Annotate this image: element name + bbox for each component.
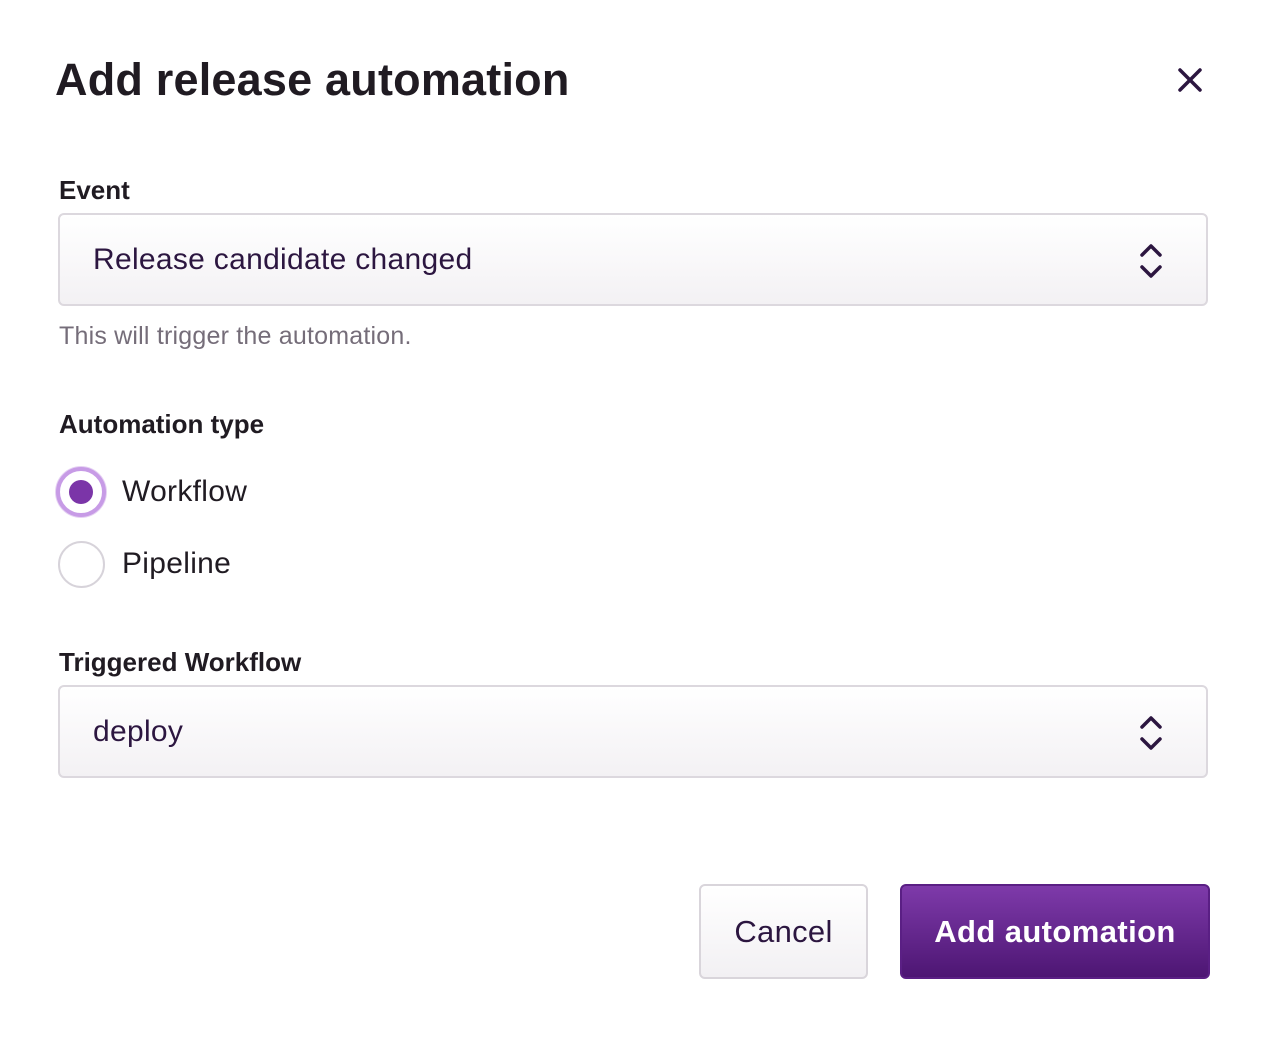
radio-dot	[69, 480, 93, 504]
radio-label-workflow: Workflow	[122, 475, 248, 508]
event-label: Event	[59, 175, 130, 205]
cancel-button[interactable]: Cancel	[699, 884, 868, 979]
chevron-up-down-icon	[1140, 244, 1162, 278]
chevron-up-down-icon	[1140, 716, 1162, 750]
triggered-workflow-label: Triggered Workflow	[59, 647, 302, 677]
close-button[interactable]	[1168, 58, 1212, 102]
add-release-automation-dialog: Add release automation Event Release can…	[0, 0, 1268, 1040]
event-select[interactable]: Release candidate changed	[58, 213, 1208, 306]
event-helper-text: This will trigger the automation.	[59, 322, 412, 350]
radio-label-pipeline: Pipeline	[122, 547, 232, 580]
automation-type-label: Automation type	[59, 409, 265, 439]
triggered-workflow-select[interactable]: deploy	[58, 685, 1208, 778]
radio-option-pipeline[interactable]: Pipeline	[56, 538, 231, 590]
radio-button-unchecked[interactable]	[58, 540, 105, 588]
event-select-value: Release candidate changed	[93, 243, 473, 276]
close-icon	[1178, 68, 1202, 92]
radio-button-checked[interactable]	[56, 467, 106, 517]
radio-option-workflow[interactable]: Workflow	[56, 466, 247, 518]
dialog-title: Add release automation	[55, 54, 570, 105]
triggered-workflow-select-value: deploy	[93, 715, 184, 748]
add-automation-button[interactable]: Add automation	[900, 884, 1210, 979]
